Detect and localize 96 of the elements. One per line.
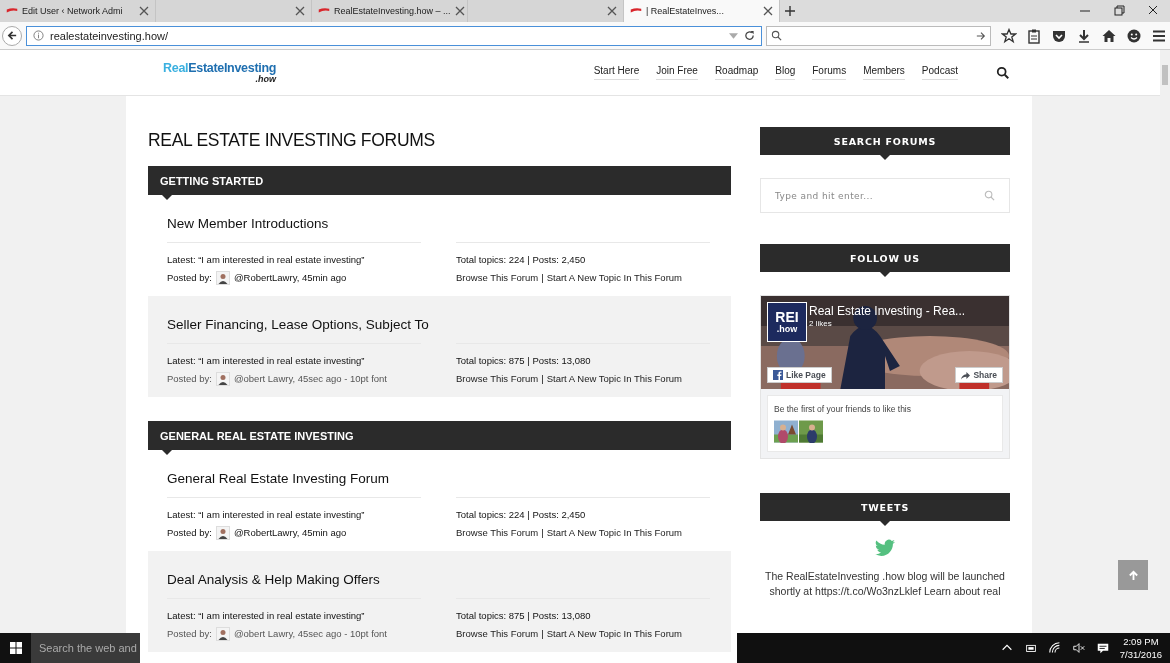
link-separator: | [541,527,544,538]
back-button[interactable] [2,25,22,46]
nav-link[interactable]: Forums [812,65,847,80]
forum-link[interactable]: Start A New Topic In This Forum [546,373,682,384]
forum-link[interactable]: Browse This Forum [456,373,539,384]
avatar-icon [215,525,230,540]
close-tab-icon[interactable] [295,6,305,16]
widget-header: TWEETS [760,493,1010,526]
likes-count: 2 likes [809,319,832,328]
download-icon[interactable] [1076,27,1092,44]
search-icon[interactable] [771,30,782,41]
nav-link[interactable]: Start Here [593,65,640,80]
link-separator: | [541,373,544,384]
nav-link[interactable]: Members [863,65,905,80]
posted-by-label: Posted by: [167,628,212,639]
forum-stats: Total topics: 875 | Posts: 13,080 [456,354,592,367]
forum-link[interactable]: Start A New Topic In This Forum [546,527,682,538]
link-separator: | [541,272,544,283]
home-icon[interactable] [1101,27,1117,44]
page-logo[interactable]: REI .how [767,302,807,342]
posted-by-label: Posted by: [167,373,212,384]
post-author[interactable]: @RobertLawry, 45min ago [233,272,347,283]
forum-stats: Total topics: 875 | Posts: 13,080 [456,609,592,622]
post-author[interactable]: @obert Lawry, 45sec ago - 10pt font [233,628,387,639]
taskbar-search-field[interactable]: Search the web and [31,633,140,663]
go-arrow-icon[interactable] [976,30,986,41]
latest-post: Latest: “I am interested in real estate investing” [167,609,366,622]
latest-post: Latest: “I am interested in real estate investing” [167,508,366,521]
tweet-text: The RealEstateInvesting .how blog will be launched shortly at https://t.co/Wo3nzLklef Learn about real [764,569,1006,599]
close-tab-icon[interactable] [139,6,149,16]
search-field[interactable] [766,25,991,46]
forum-stats: Total topics: 224 | Posts: 2,450 [456,508,587,521]
wifi-icon[interactable] [1047,641,1062,655]
info-icon[interactable] [33,30,44,41]
forum-link[interactable]: Browse This Forum [456,628,539,639]
link-separator: | [541,628,544,639]
widget-header: SEARCH FORUMS [760,127,1010,160]
post-author[interactable]: @RobertLawry, 45min ago [233,527,347,538]
forum-title[interactable]: Deal Analysis & Help Making Offers [167,571,380,588]
site-logo[interactable]: RealEstateInvesting .how [163,61,277,84]
start-button[interactable] [0,633,31,663]
search-field[interactable]: Type and hit enter... [760,178,1010,213]
section-header: GETTING STARTED [148,166,731,200]
nav-link[interactable]: Blog [775,65,796,80]
close-tab-icon[interactable] [454,6,465,16]
close-tab-icon[interactable] [607,6,617,16]
post-author[interactable]: @obert Lawry, 45sec ago - 10pt font [233,373,387,384]
back-to-top-button[interactable] [1118,560,1148,590]
page-name[interactable]: Real Estate Investing - Rea... [809,304,966,318]
star-icon[interactable] [1001,27,1017,44]
posted-by-label: Posted by: [167,272,212,283]
widget-header: FOLLOW US [760,244,1010,277]
forum-stats: Total topics: 224 | Posts: 2,450 [456,253,587,266]
bird-icon [875,539,895,557]
smiley-icon[interactable] [1126,27,1142,44]
tab-favicon-icon [318,7,330,15]
share-arrow-icon [961,370,971,380]
forum-link[interactable]: Start A New Topic In This Forum [546,272,682,283]
browser-tab[interactable]: RealEstateInvesting.how – ... [312,0,468,22]
avatar-icon [215,371,230,386]
clock-date[interactable]: 7/31/2016 [1119,648,1162,661]
friends-text: Be the first of your friends to like this [774,404,912,414]
nav-link[interactable]: Roadmap [714,65,759,80]
close-tab-icon[interactable] [763,6,773,16]
clock-time[interactable]: 2:09 PM [1123,635,1159,648]
forum-link[interactable]: Browse This Forum [456,272,539,283]
latest-post: Latest: “I am interested in real estate investing” [167,253,366,266]
nav-link[interactable]: Podcast [921,65,958,80]
windows-logo-icon [9,642,22,654]
browser-tab[interactable]: Edit User ‹ Network Admi [0,0,156,22]
reload-icon[interactable] [744,30,755,41]
avatar-icon [215,270,230,285]
mute-icon[interactable] [1071,641,1086,655]
like-page-button[interactable]: Like Page [767,367,832,383]
facebook-icon [773,370,783,380]
arrow-up-icon [1127,569,1139,581]
section-header: GENERAL REAL ESTATE INVESTING [148,421,731,455]
latest-post: Latest: “I am interested in real estate investing” [167,354,366,367]
search-icon[interactable] [996,65,1010,80]
browser-tab[interactable]: | RealEstateInves... [624,0,780,22]
forum-title[interactable]: Seller Financing, Lease Options, Subject To [167,316,429,333]
forum-link[interactable]: Browse This Forum [456,527,539,538]
posted-by-label: Posted by: [167,527,212,538]
avatar-icon [215,626,230,641]
forum-link[interactable]: Start A New Topic In This Forum [546,628,682,639]
tab-favicon-icon [6,7,18,15]
forum-title[interactable]: General Real Estate Investing Forum [167,470,390,487]
address-bar[interactable]: realestateinvesting.how/ [26,25,762,46]
tab-favicon-icon [630,7,642,15]
page-title: REAL ESTATE INVESTING FORUMS [148,130,436,151]
nav-link[interactable]: Join Free [656,65,698,80]
clipboard-icon[interactable] [1026,27,1042,44]
arrow-left-icon [6,30,18,41]
notification-icon[interactable] [1095,641,1110,655]
share-button[interactable]: Share [955,367,1003,383]
forum-title[interactable]: New Member Introductions [167,215,329,232]
